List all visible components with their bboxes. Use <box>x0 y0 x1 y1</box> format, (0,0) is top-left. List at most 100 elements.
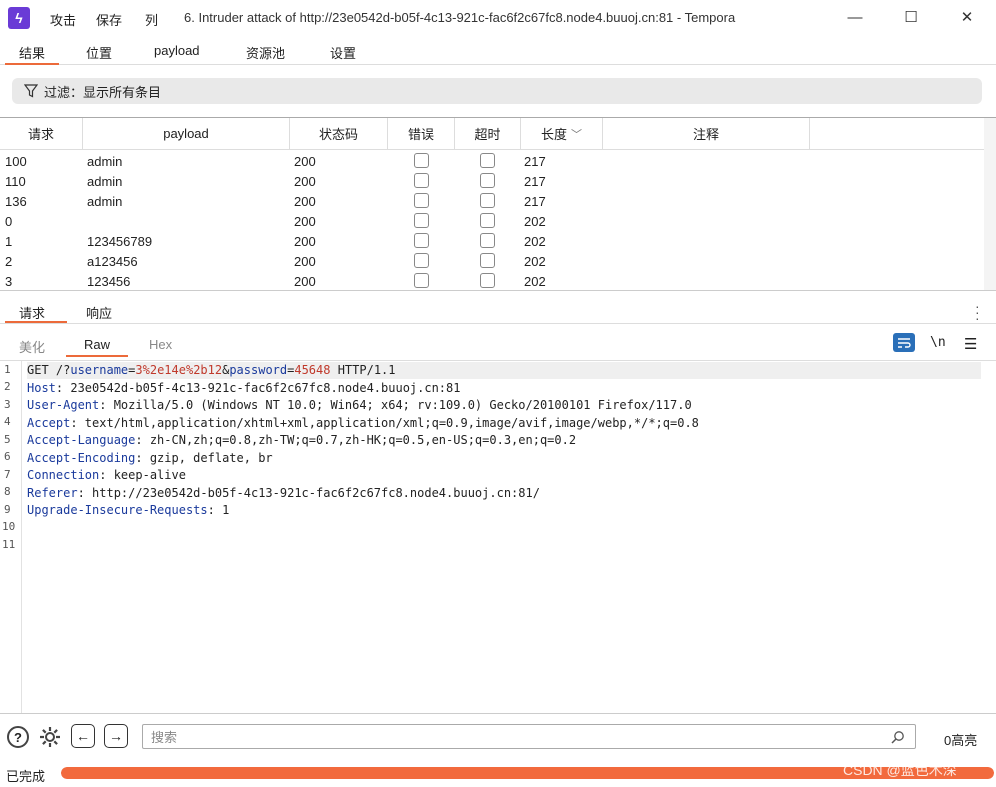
col-comment-label: 注释 <box>692 127 719 142</box>
col-timeout[interactable]: 超时 <box>455 118 521 149</box>
col-error[interactable]: 错误 <box>388 118 455 149</box>
header-line: Connection: keep-alive <box>27 467 186 484</box>
line-gutter: 1 2 3 4 5 6 7 8 9 10 11 <box>0 361 22 713</box>
cell-request: 2 <box>5 254 13 269</box>
param-username: username <box>70 363 129 377</box>
cell-status: 200 <box>294 234 316 249</box>
tab-response[interactable]: 响应 <box>86 303 112 322</box>
status-bar: 已完成 CSDN @蓝色木深 <box>0 760 996 787</box>
line-number: 11 <box>2 538 16 551</box>
tab-pretty[interactable]: 美化 <box>19 337 45 356</box>
filter-label: 过滤：显示所有条目 <box>44 84 162 100</box>
filter-bar[interactable]: 过滤：显示所有条目 <box>12 78 982 104</box>
line-number: 3 <box>4 398 11 411</box>
next-button[interactable]: → <box>104 724 128 748</box>
tab-request[interactable]: 请求 <box>4 303 68 323</box>
cell-length: 202 <box>524 274 546 289</box>
header-value: : gzip, deflate, br <box>135 451 273 465</box>
param-username-value: 3%2e14e%2b12 <box>135 363 223 377</box>
title-bar: ϟ 攻击 保存 列 6. Intruder attack of http://2… <box>0 0 996 36</box>
more-options-icon[interactable]: · · · <box>975 299 980 325</box>
col-request-label: 请求 <box>27 127 54 142</box>
help-icon: ? <box>14 729 22 745</box>
error-checkbox <box>414 253 429 268</box>
help-button[interactable]: ? <box>7 726 29 748</box>
cell-status: 200 <box>294 214 316 229</box>
header-line: Accept-Encoding: gzip, deflate, br <box>27 450 273 467</box>
table-scrollbar[interactable] <box>984 118 996 290</box>
col-payload-label: payload <box>163 126 209 141</box>
col-status-label: 状态码 <box>318 127 358 142</box>
close-icon: ✕ <box>960 9 974 26</box>
main-tabs: 结果 位置 payload 资源池 设置 <box>0 37 996 65</box>
minimize-button[interactable]: — <box>840 6 870 28</box>
search-input[interactable]: 搜索 <box>142 724 916 749</box>
header-key: Host <box>27 381 56 395</box>
cell-payload: admin <box>87 174 123 189</box>
close-button[interactable]: ✕ <box>952 6 982 28</box>
header-value: : http://23e0542d-b05f-4c13-921c-fac6f2c… <box>77 486 540 500</box>
cell-request: 0 <box>5 214 13 229</box>
timeout-checkbox <box>480 153 495 168</box>
cell-status: 200 <box>294 154 316 169</box>
col-payload[interactable]: payload <box>83 118 290 149</box>
header-key: User-Agent <box>27 398 100 412</box>
cell-length: 217 <box>524 154 546 169</box>
line-number: 9 <box>4 503 11 516</box>
tab-raw[interactable]: Raw <box>65 337 129 357</box>
highlight-count: 0高亮 <box>944 733 978 748</box>
previous-button[interactable]: ← <box>71 724 95 748</box>
menu-columns[interactable]: 列 <box>145 10 158 29</box>
watermark: CSDN @蓝色木深 <box>843 762 957 778</box>
arrow-left-icon: ← <box>76 728 90 744</box>
table-row[interactable]: 1 123456789 200 202 <box>0 232 984 252</box>
header-value: : Mozilla/5.0 (Windows NT 10.0; Win64; x… <box>99 398 692 412</box>
col-length[interactable]: 长度 ﹀ <box>521 118 603 149</box>
cell-length: 217 <box>524 174 546 189</box>
filter-icon <box>24 84 38 98</box>
table-row[interactable]: 110 admin 200 217 <box>0 172 984 192</box>
tab-payload[interactable]: payload <box>154 43 200 58</box>
sort-desc-icon: ﹀ <box>571 128 582 141</box>
header-value: : 1 <box>207 503 230 517</box>
cell-status: 200 <box>294 174 316 189</box>
table-row[interactable]: 100 admin 200 217 <box>0 152 984 172</box>
minimize-icon: — <box>847 8 863 26</box>
col-request[interactable]: 请求 <box>0 118 83 149</box>
header-value: : 23e0542d-b05f-4c13-921c-fac6f2c67fc8.n… <box>55 381 461 395</box>
word-wrap-button[interactable] <box>893 333 915 352</box>
maximize-button[interactable]: ☐ <box>896 6 926 28</box>
table-row[interactable]: 2 a123456 200 202 <box>0 252 984 272</box>
table-row[interactable]: 3 123456 200 202 <box>0 272 984 292</box>
cell-length: 217 <box>524 194 546 209</box>
timeout-checkbox <box>480 253 495 268</box>
tab-settings[interactable]: 设置 <box>330 43 356 62</box>
cell-status: 200 <box>294 194 316 209</box>
error-checkbox <box>414 153 429 168</box>
http-version: HTTP/1.1 <box>330 363 396 377</box>
col-error-label: 错误 <box>407 127 434 142</box>
col-status-code[interactable]: 状态码 <box>290 118 388 149</box>
error-checkbox <box>414 193 429 208</box>
table-row[interactable]: 0 200 202 <box>0 212 984 232</box>
col-comment[interactable]: 注释 <box>603 118 810 149</box>
cell-request: 110 <box>5 174 26 189</box>
search-icon[interactable] <box>891 730 905 744</box>
menu-save[interactable]: 保存 <box>96 10 122 29</box>
timeout-checkbox <box>480 273 495 288</box>
results-table: 请求 payload 状态码 错误 超时 长度 ﹀ 注释 100 admin 20… <box>0 117 996 291</box>
menu-attack[interactable]: 攻击 <box>50 10 76 29</box>
request-editor[interactable]: 1 2 3 4 5 6 7 8 9 10 11 GET /?username=3… <box>0 360 996 714</box>
tab-hex[interactable]: Hex <box>149 337 172 352</box>
gear-icon[interactable] <box>38 725 62 749</box>
header-line: Host: 23e0542d-b05f-4c13-921c-fac6f2c67f… <box>27 380 460 397</box>
error-checkbox <box>414 233 429 248</box>
line-number: 1 <box>4 363 11 376</box>
show-newlines-button[interactable]: \n <box>930 335 946 350</box>
tab-results[interactable]: 结果 <box>4 43 60 65</box>
tab-positions[interactable]: 位置 <box>86 43 112 62</box>
col-timeout-label: 超时 <box>474 127 501 142</box>
editor-menu-icon[interactable]: ☰ <box>964 335 977 353</box>
table-row[interactable]: 136 admin 200 217 <box>0 192 984 212</box>
tab-resource-pool[interactable]: 资源池 <box>246 43 285 62</box>
